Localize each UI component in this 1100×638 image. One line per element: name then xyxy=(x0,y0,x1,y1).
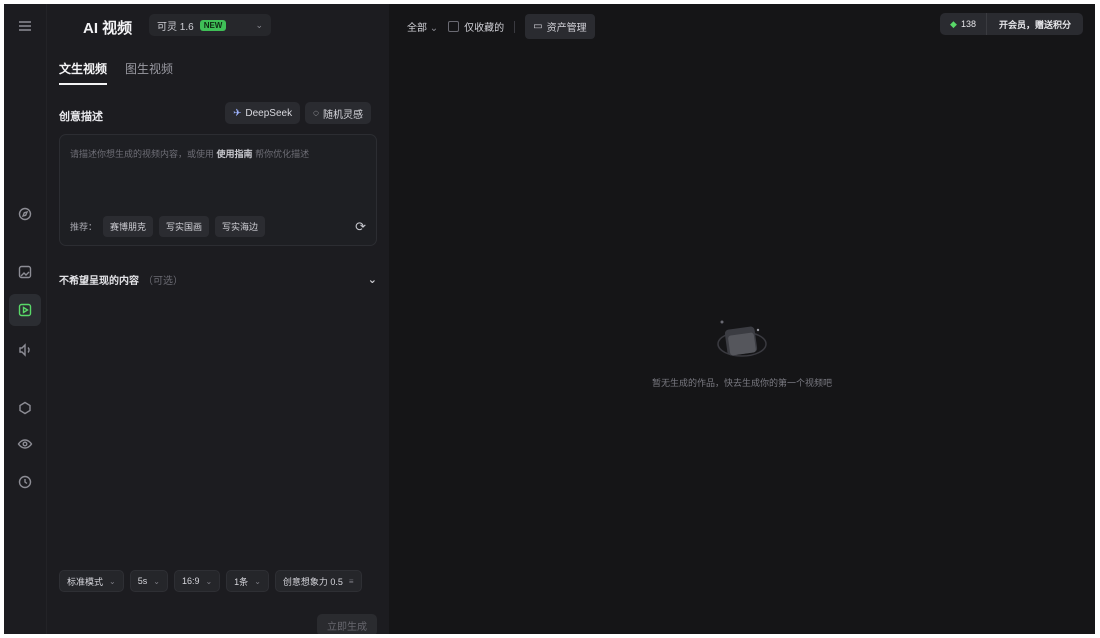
empty-folder-icon xyxy=(712,316,772,366)
eye-icon[interactable] xyxy=(9,428,41,460)
favorites-filter[interactable]: 仅收藏的 xyxy=(448,19,504,34)
negative-prompt-label: 不希望呈现的内容 xyxy=(59,276,139,287)
negative-prompt-toggle[interactable]: 不希望呈现的内容 （可选） ⌄ xyxy=(59,272,377,287)
credits-balance[interactable]: ◆ 138 xyxy=(940,13,987,35)
results-toolbar: 全部 ⌄ 仅收藏的 ▭ 资产管理 xyxy=(407,14,595,39)
suggestion-row: 推荐： 赛博朋克 写实国画 写实海边 xyxy=(70,216,266,237)
folder-icon: ▭ xyxy=(533,21,543,32)
mode-select[interactable]: 标准模式 ⌄ xyxy=(59,570,124,592)
placeholder-text-end: 帮你优化描述 xyxy=(255,149,310,159)
generate-button[interactable]: 立即生成 xyxy=(317,614,377,634)
chevron-down-icon: ⌄ xyxy=(367,274,377,286)
icon-rail xyxy=(4,4,46,634)
inspire-label: 随机灵感 xyxy=(322,109,363,121)
ratio-value: 16:9 xyxy=(181,576,200,586)
lightbulb-icon: ◌ xyxy=(313,107,319,119)
suggestion-chip[interactable]: 写实国画 xyxy=(159,216,210,237)
placeholder-text: 请描述你想生成的视频内容，或使用 xyxy=(70,149,215,159)
diamond-icon: ◆ xyxy=(950,18,957,29)
suggestion-label: 推荐： xyxy=(70,222,98,232)
tab-image-to-video[interactable]: 图生视频 xyxy=(125,60,173,85)
duration-value: 5s xyxy=(137,576,148,586)
audio-icon[interactable] xyxy=(9,334,41,366)
divider xyxy=(514,20,516,33)
favorites-label: 仅收藏的 xyxy=(464,23,505,34)
suggestion-chip[interactable]: 赛博朋克 xyxy=(103,216,154,237)
page-title: AI 视频 xyxy=(83,20,133,37)
favorites-checkbox[interactable] xyxy=(448,21,460,32)
assets-icon[interactable] xyxy=(9,392,41,424)
inspire-button[interactable]: ◌ 随机灵感 xyxy=(305,102,371,124)
prompt-placeholder: 请描述你想生成的视频内容，或使用 使用指南 帮你优化描述 xyxy=(70,147,309,160)
mode-tabs: 文生视频 图生视频 xyxy=(59,60,173,85)
model-select[interactable]: 可灵 1.6 NEW ⌄ xyxy=(149,14,271,36)
optional-hint: （可选） xyxy=(143,276,183,287)
chevron-down-icon: ⌄ xyxy=(254,576,261,586)
count-value: 1条 xyxy=(234,576,249,587)
empty-state-text: 暂无生成的作品，快去生成你的第一个视频吧 xyxy=(651,378,832,388)
deepseek-button[interactable]: ✈ DeepSeek xyxy=(225,102,301,124)
prompt-section-label: 创意描述 xyxy=(59,111,103,123)
image-icon[interactable] xyxy=(9,256,41,288)
deepseek-label: DeepSeek xyxy=(245,107,293,119)
duration-select[interactable]: 5s ⌄ xyxy=(129,570,168,592)
guide-link[interactable]: 使用指南 xyxy=(217,149,253,159)
new-badge: NEW xyxy=(199,19,227,31)
menu-icon[interactable] xyxy=(9,10,41,42)
sliders-icon: ≡ xyxy=(348,576,354,586)
results-area: 全部 ⌄ 仅收藏的 ▭ 资产管理 ◆ 138 开会员，赠送积分 暂无生成的作品，… xyxy=(389,4,1095,634)
deepseek-icon: ✈ xyxy=(233,107,242,119)
asset-manager-button[interactable]: ▭ 资产管理 xyxy=(525,14,595,39)
filter-select[interactable]: 全部 ⌄ xyxy=(407,19,438,34)
credits-bar: ◆ 138 开会员，赠送积分 xyxy=(940,13,1083,35)
history-icon[interactable] xyxy=(9,466,41,498)
chevron-down-icon: ⌄ xyxy=(109,576,116,586)
prompt-input[interactable]: 请描述你想生成的视频内容，或使用 使用指南 帮你优化描述 推荐： 赛博朋克 写实… xyxy=(59,134,377,246)
empty-state: 暂无生成的作品，快去生成你的第一个视频吧 xyxy=(389,316,1095,389)
chevron-down-icon: ⌄ xyxy=(153,576,160,586)
creativity-value: 创意想象力 0.5 xyxy=(282,576,343,587)
refresh-icon[interactable]: ⟳ xyxy=(355,219,366,235)
video-icon[interactable] xyxy=(9,294,41,326)
filter-label: 全部 xyxy=(407,23,427,34)
credits-amount: 138 xyxy=(960,19,976,29)
asset-manager-label: 资产管理 xyxy=(546,23,587,34)
creativity-slider[interactable]: 创意想象力 0.5 ≡ xyxy=(274,570,362,592)
suggestion-chip[interactable]: 写实海边 xyxy=(215,216,266,237)
chevron-down-icon: ⌄ xyxy=(429,23,439,34)
membership-button[interactable]: 开会员，赠送积分 xyxy=(987,18,1083,31)
count-select[interactable]: 1条 ⌄ xyxy=(226,570,269,592)
chevron-down-icon: ⌄ xyxy=(205,576,213,586)
tab-text-to-video[interactable]: 文生视频 xyxy=(59,60,108,85)
app-window: AI 视频 可灵 1.6 NEW ⌄ 文生视频 图生视频 创意描述 ✈ Deep… xyxy=(4,4,1095,634)
ratio-select[interactable]: 16:9 ⌄ xyxy=(173,570,221,592)
generation-panel: AI 视频 可灵 1.6 NEW ⌄ 文生视频 图生视频 创意描述 ✈ Deep… xyxy=(46,4,389,634)
model-name: 可灵 1.6 xyxy=(157,21,194,33)
mode-value: 标准模式 xyxy=(67,576,104,587)
chevron-down-icon: ⌄ xyxy=(255,19,263,30)
settings-row: 标准模式 ⌄ 5s ⌄ 16:9 ⌄ 1条 ⌄ 创意想象力 0.5 ≡ xyxy=(59,570,362,592)
explore-icon[interactable] xyxy=(9,198,41,230)
